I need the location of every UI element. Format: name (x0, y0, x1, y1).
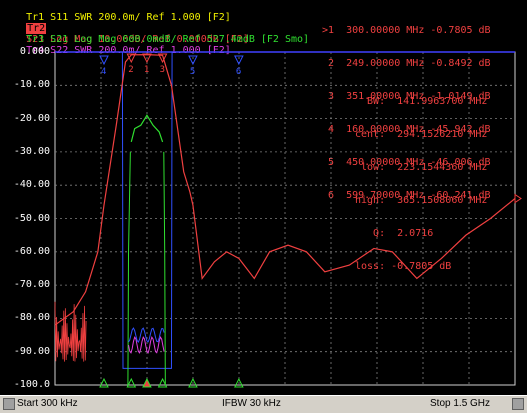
stat-low: low: 223.1544360 MHz (355, 162, 488, 173)
marker-6-label: 6 (236, 67, 241, 77)
marker-1-label: 1 (144, 65, 149, 75)
sweep-icon[interactable] (512, 398, 524, 410)
marker-2-label: 2 (128, 65, 133, 75)
bandwidth-stats: BW: 141.9963700 MHz cent: 294.1526210 MH… (355, 74, 487, 294)
stat-loss: loss: -0.7805 dB (355, 261, 452, 272)
marker-3-label: 3 (160, 65, 165, 75)
stat-center: cent: 294.1526210 MHz (355, 129, 488, 140)
marker-2-bottom (126, 377, 137, 388)
channel-icon[interactable] (3, 398, 15, 410)
marker-1-bottom (142, 377, 152, 388)
marker-5-label: 5 (190, 67, 195, 77)
stat-high: high: 365.1508060 MHz (355, 195, 488, 206)
status-bar: Start 300 kHz IFBW 30 kHz Stop 1.5 GHz (0, 395, 527, 413)
tr2-noise (54, 301, 87, 362)
stat-bw: BW: 141.9963700 MHz (355, 96, 488, 107)
stop-frequency[interactable]: Stop 1.5 GHz (430, 398, 490, 409)
right-edge-marker (514, 193, 522, 204)
marker-4-label: 4 (101, 67, 106, 77)
ifbw-value[interactable]: IFBW 30 kHz (222, 398, 281, 409)
start-frequency[interactable]: Start 300 kHz (17, 398, 78, 409)
analyzer-screen: Tr1 S11 SWR 200.0m/ Ref 1.000 [F2] Tr2 S… (0, 0, 527, 413)
stat-q: Q: 2.0716 (355, 228, 434, 239)
